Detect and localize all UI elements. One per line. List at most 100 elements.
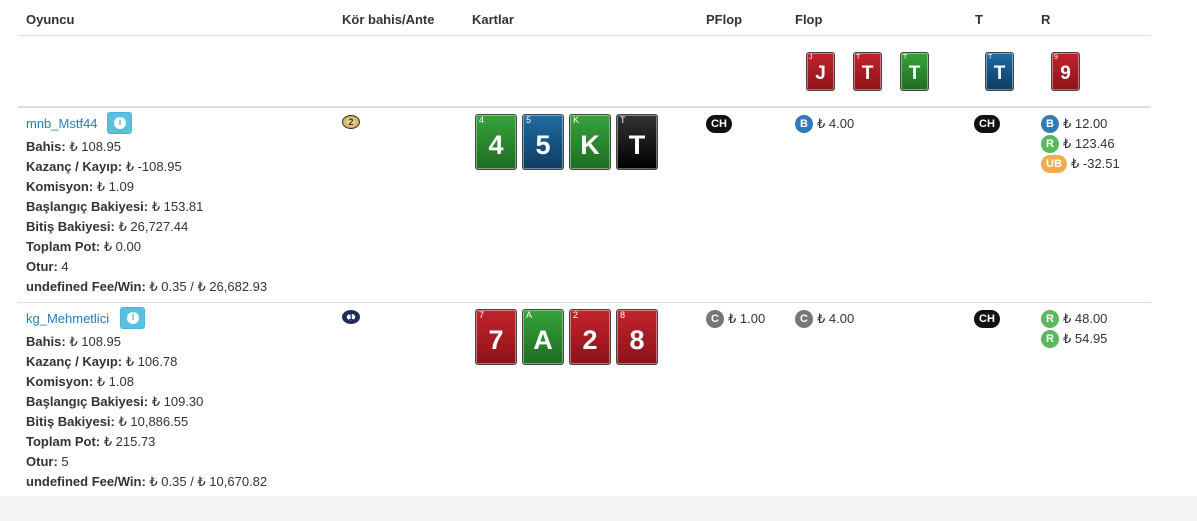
stat-value: ₺ 215.73 bbox=[103, 434, 156, 449]
card-corner-rank: T bbox=[988, 54, 993, 61]
action-badge: B bbox=[795, 115, 813, 133]
player-stat-line: Komisyon: ₺ 1.08 bbox=[26, 374, 134, 390]
col-header-blind: Kör bahis/Ante bbox=[342, 12, 435, 27]
player-info-button[interactable]: i bbox=[107, 112, 132, 134]
stat-value: ₺ 108.95 bbox=[69, 334, 122, 349]
row-divider bbox=[18, 302, 1151, 303]
playing-card: 44 bbox=[475, 114, 517, 170]
playing-card: 22 bbox=[569, 309, 611, 365]
action-badge: CH bbox=[706, 115, 732, 133]
info-circle-icon: i bbox=[127, 312, 139, 324]
playing-card: KK bbox=[569, 114, 611, 170]
card-corner-rank: 2 bbox=[573, 310, 579, 320]
player-stat-line: Bitiş Bakiyesi: ₺ 26,727.44 bbox=[26, 219, 188, 235]
stat-value: ₺ 10,886.55 bbox=[118, 414, 189, 429]
position-chip-icon: 1 bbox=[342, 310, 360, 324]
card-rank: 4 bbox=[488, 130, 504, 160]
action-badge: UB bbox=[1041, 155, 1067, 173]
playing-card: JJ bbox=[806, 52, 835, 91]
player-info-button[interactable]: i bbox=[120, 307, 145, 329]
action-amount: ₺ -32.51 bbox=[1071, 156, 1120, 171]
stat-value: ₺ 0.35 / ₺ 26,682.93 bbox=[149, 279, 268, 294]
stat-value: ₺ 0.35 / ₺ 10,670.82 bbox=[149, 474, 268, 489]
stat-value: 4 bbox=[61, 259, 69, 274]
stat-label: Toplam Pot: bbox=[26, 434, 101, 449]
player-name-link[interactable]: mnb_Mstf44 bbox=[26, 116, 98, 131]
playing-card: 88 bbox=[616, 309, 658, 365]
action-amount: ₺ 4.00 bbox=[817, 116, 855, 131]
card-corner-rank: A bbox=[526, 310, 533, 320]
stat-label: Komisyon: bbox=[26, 374, 94, 389]
stat-label: Toplam Pot: bbox=[26, 239, 101, 254]
card-rank: T bbox=[993, 63, 1006, 84]
stat-label: Bahis: bbox=[26, 139, 66, 154]
player-stat-line: Başlangıç Bakiyesi: ₺ 153.81 bbox=[26, 199, 203, 215]
action-badge: R bbox=[1041, 135, 1059, 153]
action-amount: ₺ 48.00 bbox=[1063, 311, 1108, 326]
col-header-preflop: PFlop bbox=[706, 12, 743, 27]
stat-label: Bitiş Bakiyesi: bbox=[26, 219, 115, 234]
card-corner-rank: 9 bbox=[1054, 54, 1058, 61]
card-rank: A bbox=[533, 325, 553, 355]
action-badge: B bbox=[1041, 115, 1059, 133]
player-stat-line: undefined Fee/Win: ₺ 0.35 / ₺ 26,682.93 bbox=[26, 279, 267, 295]
player-stat-line: Toplam Pot: ₺ 0.00 bbox=[26, 239, 141, 255]
action-badge: CH bbox=[974, 310, 1000, 328]
card-rank: T bbox=[861, 63, 874, 84]
stat-value: ₺ -108.95 bbox=[125, 159, 182, 174]
player-stat-line: Komisyon: ₺ 1.09 bbox=[26, 179, 134, 195]
card-rank: J bbox=[815, 63, 826, 84]
player-stat-line: Kazanç / Kayıp: ₺ -108.95 bbox=[26, 159, 182, 175]
playing-card: TT bbox=[853, 52, 882, 91]
player-stat-line: Bitiş Bakiyesi: ₺ 10,886.55 bbox=[26, 414, 188, 430]
player-stat-line: Otur: 4 bbox=[26, 259, 69, 274]
action-badge: R bbox=[1041, 330, 1059, 348]
stat-value: ₺ 108.95 bbox=[69, 139, 122, 154]
card-corner-rank: 7 bbox=[479, 310, 485, 320]
action-amount: ₺ 1.00 bbox=[728, 311, 766, 326]
stat-value: ₺ 1.09 bbox=[96, 179, 134, 194]
player-stat-line: Başlangıç Bakiyesi: ₺ 109.30 bbox=[26, 394, 203, 410]
stat-label: Kazanç / Kayıp: bbox=[26, 159, 123, 174]
card-rank: K bbox=[580, 130, 600, 160]
player-stat-line: Kazanç / Kayıp: ₺ 106.78 bbox=[26, 354, 177, 370]
stat-label: Komisyon: bbox=[26, 179, 94, 194]
card-rank: 2 bbox=[582, 325, 598, 355]
row-divider bbox=[18, 106, 1151, 108]
player-stat-line: Bahis: ₺ 108.95 bbox=[26, 334, 121, 350]
card-corner-rank: K bbox=[573, 115, 580, 125]
col-header-river: R bbox=[1041, 12, 1051, 27]
stat-value: ₺ 1.08 bbox=[96, 374, 134, 389]
action-badge: CH bbox=[974, 115, 1000, 133]
action-amount: ₺ 12.00 bbox=[1063, 116, 1108, 131]
stat-value: ₺ 0.00 bbox=[103, 239, 141, 254]
stat-value: ₺ 153.81 bbox=[151, 199, 204, 214]
col-header-player: Oyuncu bbox=[26, 12, 75, 27]
stat-value: 5 bbox=[61, 454, 69, 469]
action-badge: C bbox=[795, 310, 813, 328]
stat-value: ₺ 26,727.44 bbox=[118, 219, 189, 234]
stat-label: undefined Fee/Win: bbox=[26, 279, 146, 294]
card-corner-rank: T bbox=[620, 115, 626, 125]
playing-card: TT bbox=[985, 52, 1014, 91]
action-amount: ₺ 4.00 bbox=[817, 311, 855, 326]
action-badge: C bbox=[706, 310, 724, 328]
stat-label: Bitiş Bakiyesi: bbox=[26, 414, 115, 429]
stat-label: Başlangıç Bakiyesi: bbox=[26, 199, 149, 214]
card-rank: 5 bbox=[535, 130, 551, 160]
col-header-flop: Flop bbox=[795, 12, 823, 27]
stat-label: Otur: bbox=[26, 259, 58, 274]
player-stat-line: Bahis: ₺ 108.95 bbox=[26, 139, 121, 155]
action-amount: ₺ 123.46 bbox=[1063, 136, 1115, 151]
playing-card: 55 bbox=[522, 114, 564, 170]
card-corner-rank: J bbox=[809, 54, 813, 61]
position-chip-icon: 2 bbox=[342, 115, 360, 129]
stat-value: ₺ 109.30 bbox=[151, 394, 204, 409]
stat-value: ₺ 106.78 bbox=[125, 354, 178, 369]
stat-label: undefined Fee/Win: bbox=[26, 474, 146, 489]
playing-card: TT bbox=[900, 52, 929, 91]
card-corner-rank: T bbox=[856, 54, 861, 61]
action-badge: R bbox=[1041, 310, 1059, 328]
card-corner-rank: 5 bbox=[526, 115, 532, 125]
player-name-link[interactable]: kg_Mehmetlici bbox=[26, 311, 109, 326]
